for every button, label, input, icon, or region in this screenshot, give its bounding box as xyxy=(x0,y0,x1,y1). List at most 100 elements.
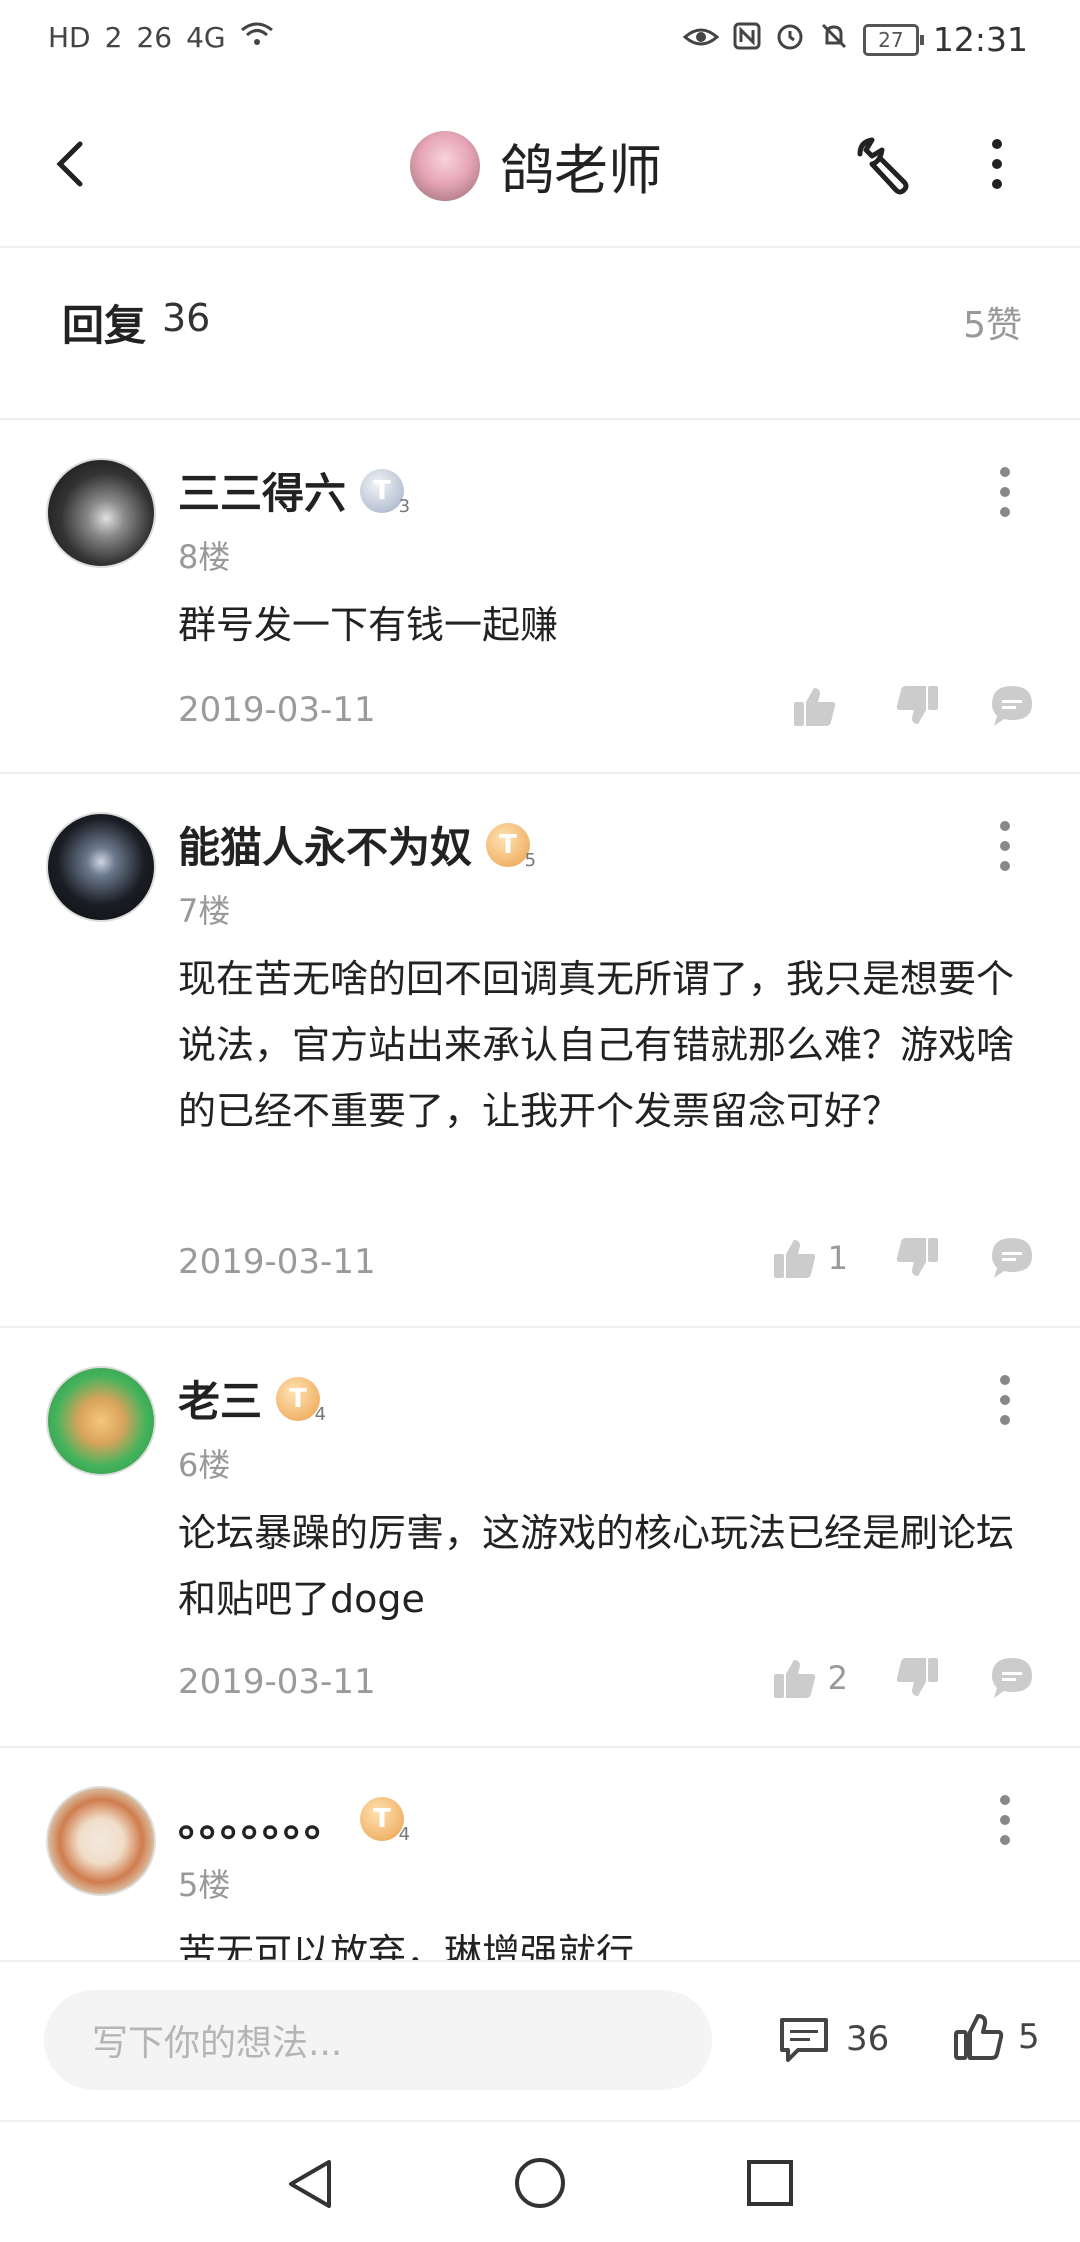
wrench-button[interactable] xyxy=(850,134,916,200)
comment-more-button[interactable] xyxy=(990,816,1020,876)
thumbs-up-icon xyxy=(773,1240,815,1278)
list-item: 。。。。。。。 T4 5楼 苦无可以放弃，琳增强就行 xyxy=(0,1748,1080,1960)
hd-icon: HD xyxy=(48,21,91,54)
comment-date: 2019-03-11 xyxy=(178,1662,376,1702)
status-left: HD 2 26 4G xyxy=(48,20,274,55)
comment-more-button[interactable] xyxy=(990,1370,1020,1430)
dislike-button[interactable] xyxy=(894,1654,942,1702)
username[interactable]: 老三 T4 xyxy=(178,1368,326,1429)
triangle-back-icon xyxy=(289,2160,331,2208)
reply-button[interactable] xyxy=(988,682,1036,730)
status-right: 27 12:31 xyxy=(682,20,1028,59)
comment-bubble-icon xyxy=(992,1658,1032,1698)
comment-more-button[interactable] xyxy=(990,462,1020,522)
nav-home-button[interactable] xyxy=(513,2156,567,2214)
comment-content: 论坛暴躁的厉害，这游戏的核心玩法已经是刷论坛和贴吧了doge xyxy=(178,1511,1015,1621)
more-vertical-icon xyxy=(1000,1795,1010,1845)
avatar[interactable] xyxy=(46,458,156,568)
username[interactable]: 三三得六 T3 xyxy=(178,460,410,521)
thumbs-up-icon xyxy=(773,1660,815,1698)
comment-date: 2019-03-11 xyxy=(178,1242,376,1282)
thumbs-up-icon xyxy=(794,688,836,726)
avatar[interactable] xyxy=(46,1366,156,1476)
mute-icon xyxy=(819,21,849,58)
avatar[interactable] xyxy=(46,812,156,922)
comment-content: 现在苦无啥的回不回调真无所谓了，我只是想要个说法，官方站出来承认自己有错就那么难… xyxy=(178,957,1015,1133)
floor-number: 6楼 xyxy=(178,1446,231,1484)
page-title: 鸽老师 xyxy=(500,139,662,202)
username-text: 三三得六 xyxy=(178,469,347,518)
reply-button[interactable] xyxy=(988,1654,1036,1702)
level-badge-icon: T4 xyxy=(360,1796,410,1845)
bottom-bar: 写下你的想法... 36 5 xyxy=(0,1960,1080,2122)
chevron-left-icon xyxy=(56,141,83,187)
system-nav-bar xyxy=(0,2120,1080,2242)
comment-list: 三三得六 T3 8楼 群号发一下有钱一起赚 2019-03-11 能猫人永不为奴 xyxy=(0,420,1080,1960)
username[interactable]: 。。。。。。。 T4 xyxy=(178,1788,410,1849)
app-bar: 鸽老师 xyxy=(0,82,1080,248)
comment-date: 2019-03-11 xyxy=(178,690,376,730)
floor-number: 7楼 xyxy=(178,892,231,930)
reply-button[interactable] xyxy=(988,1234,1036,1282)
comment-input-placeholder: 写下你的想法... xyxy=(92,2023,343,2064)
floor-number: 8楼 xyxy=(178,538,231,576)
badge-level: 3 xyxy=(398,495,411,517)
status-time: 12:31 xyxy=(932,20,1028,59)
badge-level: 5 xyxy=(524,849,537,871)
more-vertical-icon xyxy=(1000,821,1010,871)
like-button[interactable]: 2 xyxy=(770,1654,848,1702)
username[interactable]: 能猫人永不为奴 T5 xyxy=(178,814,536,875)
comment-input[interactable]: 写下你的想法... xyxy=(44,1990,712,2090)
floor-number: 5楼 xyxy=(178,1866,231,1904)
comment-more-button[interactable] xyxy=(990,1790,1020,1850)
nav-recents-button[interactable] xyxy=(745,2158,795,2212)
like-post-button[interactable]: 5 xyxy=(952,2010,1040,2064)
list-item: 老三 T4 6楼 论坛暴躁的厉害，这游戏的核心玩法已经是刷论坛和贴吧了doge … xyxy=(0,1328,1080,1748)
avatar[interactable] xyxy=(46,1786,156,1896)
comment-bubble-icon xyxy=(992,1238,1032,1278)
wrench-icon xyxy=(857,137,909,195)
username-text: 。。。。。。。 xyxy=(178,1797,347,1846)
comment-actions: 2 xyxy=(770,1654,1036,1702)
eye-icon xyxy=(682,23,720,56)
thumbs-down-icon xyxy=(896,686,938,724)
thumbs-down-icon xyxy=(896,1658,938,1696)
level-badge-icon: T5 xyxy=(486,822,536,871)
sim-icon: 2 xyxy=(104,21,123,54)
square-recents-icon xyxy=(747,2160,793,2206)
signal-2g-icon: 26 xyxy=(136,21,173,54)
comments-count-button[interactable]: 36 xyxy=(776,2014,889,2064)
circle-home-icon xyxy=(515,2158,565,2208)
reply-header: 回复 36 5赞 xyxy=(0,248,1080,386)
battery-icon: 27 xyxy=(862,23,924,56)
like-button[interactable] xyxy=(790,682,848,730)
comment-icon xyxy=(780,2018,828,2062)
level-badge-icon: T3 xyxy=(360,468,410,517)
badge-letter: T xyxy=(373,1803,391,1834)
wifi-icon xyxy=(240,20,274,55)
comment-bubble-icon xyxy=(992,686,1032,726)
comments-count: 36 xyxy=(846,2019,890,2059)
like-count: 1 xyxy=(827,1239,848,1277)
section-divider xyxy=(0,384,1080,420)
likes-total: 5赞 xyxy=(963,305,1022,346)
back-button[interactable] xyxy=(44,134,104,194)
like-count: 2 xyxy=(827,1659,848,1697)
dislike-button[interactable] xyxy=(894,1234,942,1282)
badge-letter: T xyxy=(499,829,517,860)
avatar[interactable] xyxy=(410,130,480,201)
status-bar: HD 2 26 4G 27 12:31 xyxy=(0,0,1080,82)
more-button[interactable] xyxy=(982,134,1012,194)
thumbs-down-icon xyxy=(896,1238,938,1276)
badge-letter: T xyxy=(373,475,391,506)
dislike-button[interactable] xyxy=(894,682,942,730)
username-text: 能猫人永不为奴 xyxy=(178,823,473,872)
like-button[interactable]: 1 xyxy=(770,1234,848,1282)
more-vertical-icon xyxy=(1000,467,1010,517)
title-area[interactable]: 鸽老师 xyxy=(410,126,662,205)
thumbs-up-icon xyxy=(954,2014,1004,2060)
list-item: 能猫人永不为奴 T5 7楼 现在苦无啥的回不回调真无所谓了，我只是想要个说法，官… xyxy=(0,774,1080,1328)
nav-back-button[interactable] xyxy=(285,2158,335,2214)
level-badge-icon: T4 xyxy=(276,1376,326,1425)
comment-content: 苦无可以放弃，琳增强就行 xyxy=(178,1931,635,1960)
